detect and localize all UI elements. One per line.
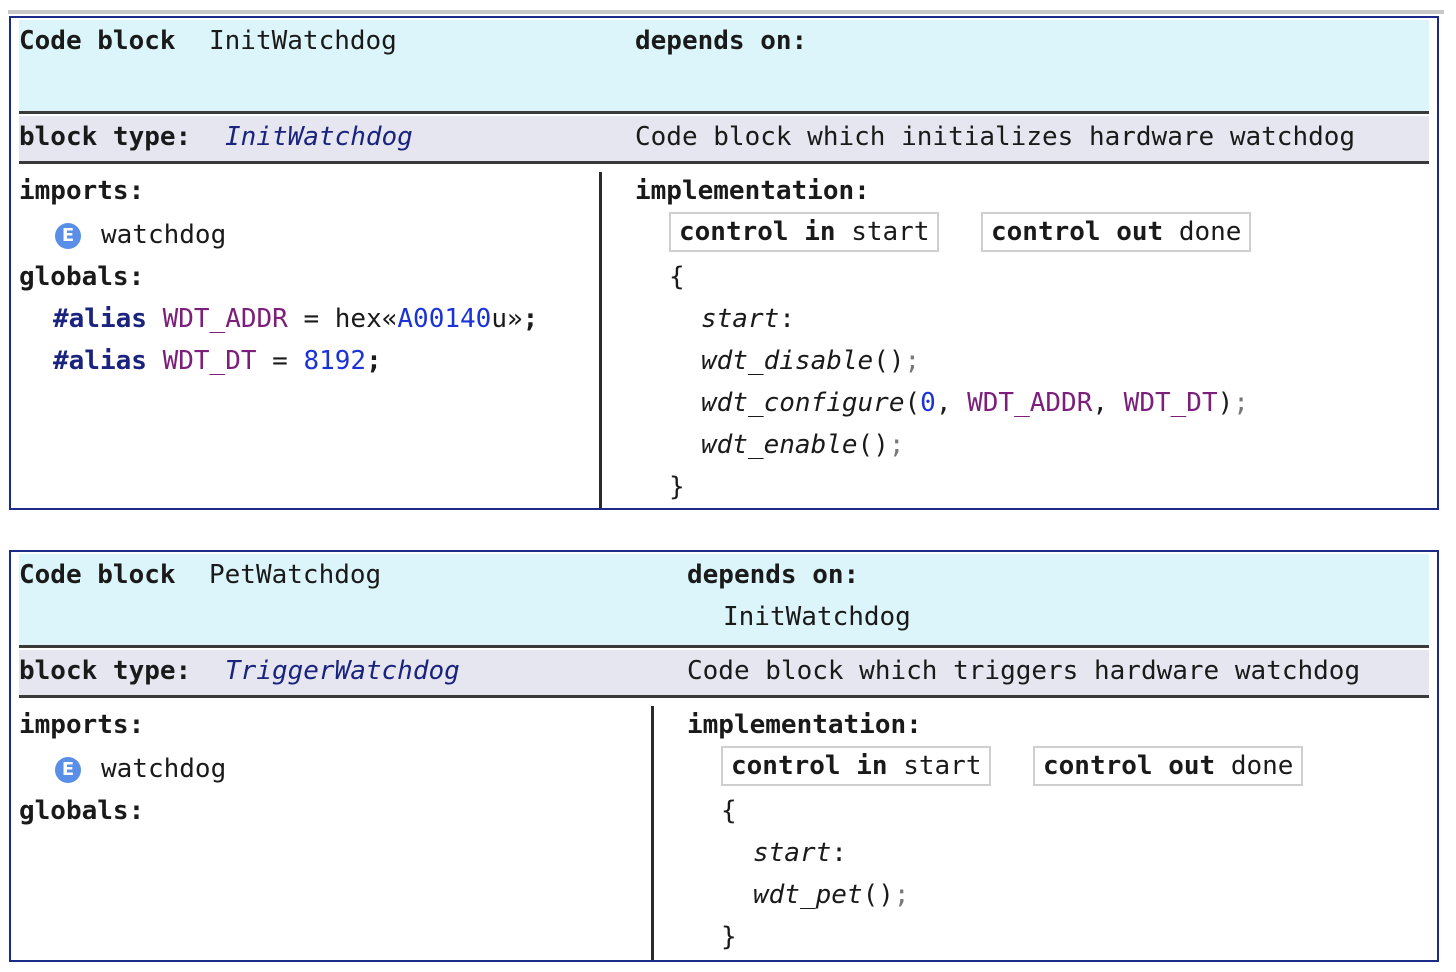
block-type-label: block type: [19,122,192,152]
statement-wdt-configure[interactable]: wdt_configure(0, WDT_ADDR, WDT_DT); [701,388,1249,418]
statement-wdt-pet[interactable]: wdt_pet(); [753,880,910,910]
block-description[interactable]: Code block which triggers hardware watch… [687,656,1360,686]
implementation-label: implementation: [635,176,870,206]
imports-label: imports: [19,176,145,206]
top-edge-strip [8,10,1444,14]
statement-wdt-disable[interactable]: wdt_disable(); [701,346,920,376]
code-block-init-watchdog[interactable]: Code block InitWatchdog depends on: bloc… [9,16,1439,510]
open-brace: { [721,796,737,826]
import-item[interactable]: watchdog [101,220,226,250]
block-description[interactable]: Code block which initializes hardware wa… [635,122,1355,152]
globals-label: globals: [19,796,145,826]
enum-icon: E [55,223,81,249]
implementation-label: implementation: [687,710,922,740]
close-brace: } [669,472,685,502]
open-brace: { [669,262,685,292]
block-type-value[interactable]: TriggerWatchdog [225,656,460,686]
statement-wdt-enable[interactable]: wdt_enable(); [701,430,905,460]
depends-on-item[interactable]: InitWatchdog [723,602,911,632]
enum-icon: E [55,757,81,783]
code-block-pet-watchdog[interactable]: Code block PetWatchdog depends on: InitW… [9,550,1439,962]
close-brace: } [721,922,737,952]
depends-on-label: depends on: [635,26,808,56]
control-out-box[interactable]: control out done [1033,746,1304,786]
code-block-keyword: Code block [19,560,176,590]
start-label[interactable]: start: [701,304,795,334]
control-out-box[interactable]: control out done [981,212,1252,252]
global-alias-wdt-dt[interactable]: #alias WDT_DT = 8192; [53,346,382,376]
block-type-label: block type: [19,656,192,686]
globals-label: globals: [19,262,145,292]
global-alias-wdt-addr[interactable]: #alias WDT_ADDR = hex«A00140u»; [53,304,538,334]
control-in-box[interactable]: control in start [721,746,992,786]
code-block-name[interactable]: InitWatchdog [209,26,397,56]
start-label[interactable]: start: [753,838,847,868]
column-separator [599,172,602,508]
depends-on-label: depends on: [687,560,860,590]
code-block-name[interactable]: PetWatchdog [209,560,381,590]
imports-label: imports: [19,710,145,740]
import-item[interactable]: watchdog [101,754,226,784]
column-separator [651,706,654,960]
block-type-value[interactable]: InitWatchdog [225,122,413,152]
code-block-keyword: Code block [19,26,176,56]
control-in-box[interactable]: control in start [669,212,940,252]
